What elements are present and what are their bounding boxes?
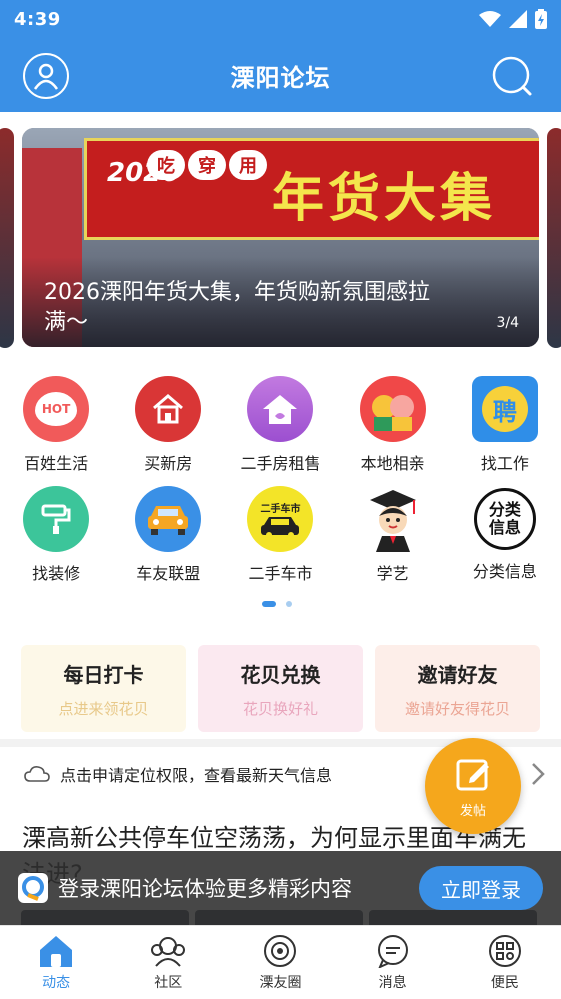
battery-icon xyxy=(535,9,547,29)
post-fab[interactable]: 发帖 xyxy=(425,738,521,834)
home-tab-icon xyxy=(40,935,73,967)
banner-chip: 用 xyxy=(229,150,267,180)
points-exchange-card[interactable]: 花贝兑换 花贝换好礼 xyxy=(198,645,363,732)
banner-slide[interactable]: 2026 吃 穿 用 年货大集 2026溧阳年货大集，年货购新氛围感拉满～ 3/… xyxy=(22,128,539,347)
classify-icon: 分类信息 xyxy=(473,488,536,550)
post-fab-label: 发帖 xyxy=(459,803,486,819)
daily-checkin-card[interactable]: 每日打卡 点进来领花贝 xyxy=(21,645,186,732)
chevron-right-icon xyxy=(532,763,545,785)
status-time: 4:39 xyxy=(14,8,61,30)
grid-page-indicator xyxy=(262,601,292,607)
page-dot-active xyxy=(262,601,276,607)
category-item[interactable]: 车友联盟 xyxy=(112,482,224,592)
roller-icon xyxy=(23,486,90,552)
login-button[interactable]: 立即登录 xyxy=(419,866,543,910)
home-icon xyxy=(247,376,314,442)
user-icon xyxy=(33,63,59,90)
category-item[interactable]: 学艺 xyxy=(337,482,449,592)
tab-circle[interactable]: 溧友圈 xyxy=(224,926,336,999)
category-item[interactable]: 买新房 xyxy=(112,372,224,482)
category-item[interactable]: 找装修 xyxy=(0,482,112,592)
action-cards: 每日打卡 点进来领花贝 花贝兑换 花贝换好礼 邀请好友 邀请好友得花贝 xyxy=(21,645,540,732)
tab-messages[interactable]: 消息 xyxy=(337,926,449,999)
login-prompt-bar: 登录溧阳论坛体验更多精彩内容 立即登录 xyxy=(0,851,561,925)
hot-icon: HOT xyxy=(23,376,90,442)
category-item[interactable]: 二手房租售 xyxy=(224,372,336,482)
tab-feed[interactable]: 动态 xyxy=(0,926,112,999)
cloud-icon xyxy=(24,766,50,782)
app-title: 溧阳论坛 xyxy=(230,63,331,92)
page-dot xyxy=(286,601,292,607)
banner-arch-text: 年货大集 xyxy=(272,168,497,229)
couple-icon xyxy=(359,376,426,442)
circle-icon xyxy=(264,934,297,967)
search-button[interactable] xyxy=(489,53,535,99)
category-item[interactable]: 二手车市 二手车市 xyxy=(224,482,336,592)
edit-icon xyxy=(456,759,489,790)
message-icon xyxy=(377,934,408,968)
banner-chip: 穿 xyxy=(188,150,226,180)
bottom-tab-bar: 动态 社区 溧友圈 消息 便民 xyxy=(0,925,561,999)
community-icon xyxy=(151,936,186,967)
banner-counter: 3/4 xyxy=(496,315,519,331)
banner-prev-peek[interactable] xyxy=(0,128,14,348)
status-bar: 4:39 xyxy=(0,0,561,38)
banner-chip: 吃 xyxy=(147,150,185,180)
tab-services[interactable]: 便民 xyxy=(449,926,561,999)
service-icon xyxy=(488,934,521,967)
house-icon xyxy=(135,376,202,442)
banner-caption: 2026溧阳年货大集，年货购新氛围感拉满～ xyxy=(44,280,430,335)
search-icon xyxy=(492,56,532,96)
banner-carousel[interactable]: 2026 吃 穿 用 年货大集 2026溧阳年货大集，年货购新氛围感拉满～ 3/… xyxy=(0,125,561,350)
category-grid: HOT 百姓生活 买新房 二手房租售 本地相亲 聘 找工作 找装修 车友联盟 二… xyxy=(0,372,561,592)
category-item[interactable]: HOT 百姓生活 xyxy=(0,372,112,482)
invite-friends-card[interactable]: 邀请好友 邀请好友得花贝 xyxy=(375,645,540,732)
used-car-icon: 二手车市 xyxy=(247,486,314,552)
category-item[interactable]: 聘 找工作 xyxy=(449,372,561,482)
category-item[interactable]: 本地相亲 xyxy=(337,372,449,482)
profile-button[interactable] xyxy=(23,53,69,99)
job-icon: 聘 xyxy=(471,376,538,442)
app-logo-icon xyxy=(18,873,48,903)
wifi-icon xyxy=(479,11,501,27)
tab-community[interactable]: 社区 xyxy=(112,926,224,999)
top-app-bar: 溧阳论坛 xyxy=(0,38,561,112)
login-prompt-text: 登录溧阳论坛体验更多精彩内容 xyxy=(58,877,352,901)
car-icon xyxy=(135,486,202,552)
signal-icon xyxy=(509,10,527,28)
category-item[interactable]: 分类信息 分类信息 xyxy=(449,482,561,592)
system-icons xyxy=(479,9,547,29)
weather-text: 点击申请定位权限，查看最新天气信息 xyxy=(60,766,333,785)
banner-next-peek[interactable] xyxy=(547,128,561,348)
graduate-icon xyxy=(360,486,426,552)
